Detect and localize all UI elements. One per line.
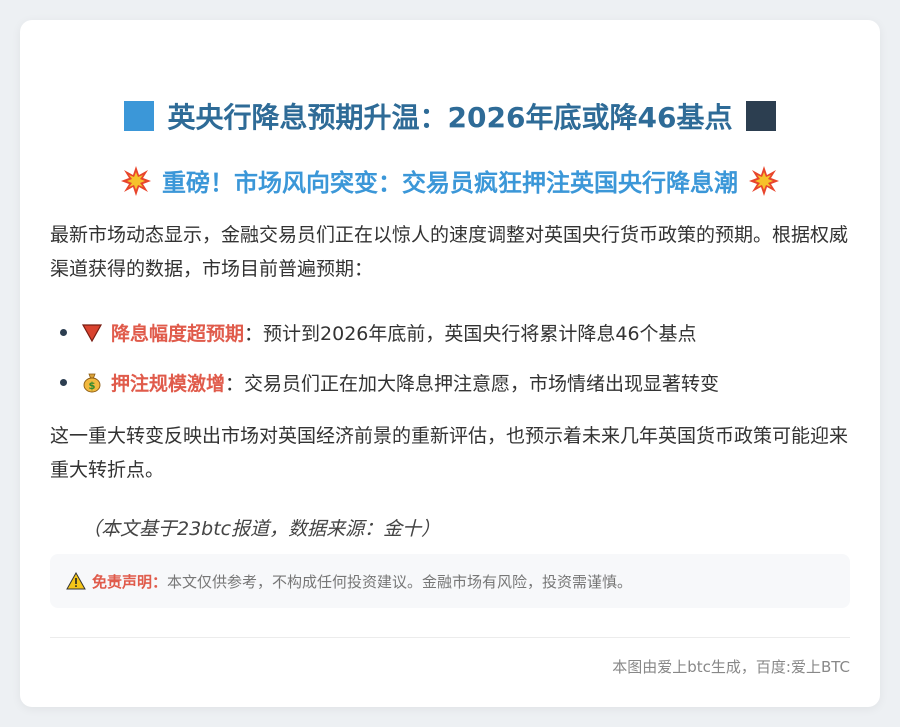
intro-paragraph: 最新市场动态显示，金融交易员们正在以惊人的速度调整对英国央行货币政策的预期。根据… [50,224,849,280]
page-title: 英央行降息预期升温：2026年底或降46基点 [167,101,733,134]
article-card: 英央行降息预期升温：2026年底或降46基点 重磅！市场风向突变：交易员疯狂押注… [20,20,880,707]
bullet-label: 押注规模激增 [111,372,226,395]
dark-square-icon [746,101,777,131]
bullet-text: ：交易员们正在加大降息押注意愿，市场情绪出现显著转变 [225,372,720,395]
bullet-dot [60,328,67,336]
source-note: （本文基于23btc报道，数据来源：金十） [82,518,441,540]
red-down-triangle-icon [81,324,103,343]
bullet-text: ：预计到2026年底前，英国央行将累计降息46个基点 [244,322,697,345]
warning-icon [66,572,86,590]
svg-text:$: $ [89,381,96,392]
subtitle-row: 重磅！市场风向突变：交易员疯狂押注英国央行降息潮 [20,163,880,198]
disclaimer-box: 免责声明： 本文仅供参考，不构成任何投资建议。金融市场有风险，投资需谨慎。 [50,554,850,608]
list-item: $ 押注规模激增 ：交易员们正在加大降息押注意愿，市场情绪出现显著转变 [50,357,850,407]
disclaimer-text: 本文仅供参考，不构成任何投资建议。金融市场有风险，投资需谨慎。 [167,572,633,591]
footer-credit: 本图由爱上btc生成，百度:爱上BTC [612,658,850,676]
blue-square-icon [123,101,154,131]
bullet-list: 降息幅度超预期 ：预计到2026年底前，英国央行将累计降息46个基点 $ 押注规… [50,307,850,407]
list-item: 降息幅度超预期 ：预计到2026年底前，英国央行将累计降息46个基点 [50,307,850,357]
bullet-dot [60,378,67,386]
collision-icon [121,165,151,196]
subtitle: 重磅！市场风向突变：交易员疯狂押注英国央行降息潮 [162,169,738,197]
collision-icon [749,165,779,196]
divider [50,637,850,638]
money-bag-icon: $ [83,373,101,393]
conclusion-paragraph: 这一重大转变反映出市场对英国经济前景的重新评估，也预示着未来几年英国货币政策可能… [50,425,849,481]
bullet-label: 降息幅度超预期 [111,322,245,345]
disclaimer-label: 免责声明： [92,572,168,591]
title-row: 英央行降息预期升温：2026年底或降46基点 [20,96,880,136]
